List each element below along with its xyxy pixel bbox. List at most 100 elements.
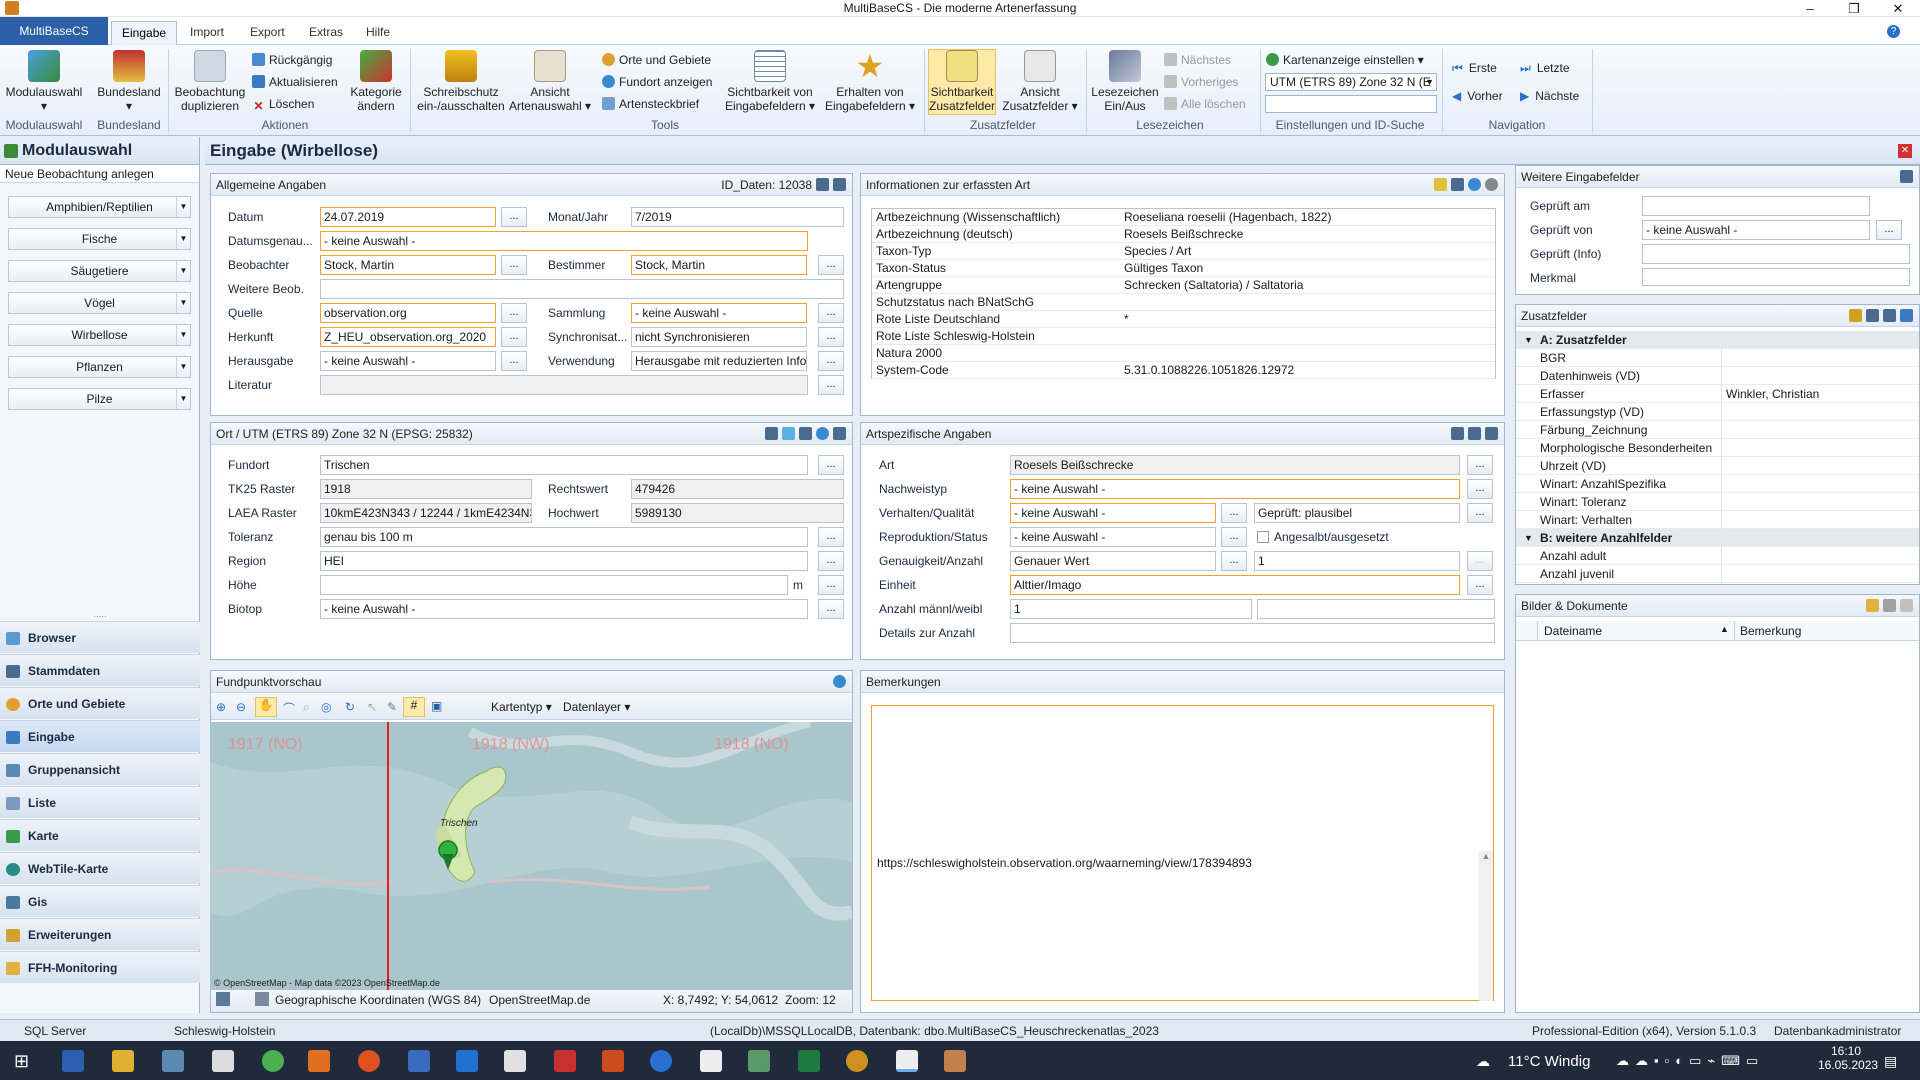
outlook-icon[interactable] bbox=[650, 1050, 672, 1072]
bestimmer-button[interactable]: ... bbox=[818, 255, 844, 275]
nav-erweiterungen[interactable]: Erweiterungen bbox=[0, 918, 200, 950]
art-button[interactable]: ... bbox=[1467, 455, 1493, 475]
reproduktion-field[interactable]: - keine Auswahl - bbox=[1010, 527, 1216, 547]
firefox-icon[interactable] bbox=[358, 1050, 380, 1072]
tab-eingabe[interactable]: Eingabe bbox=[111, 21, 178, 45]
places-button[interactable]: Orte und Gebiete bbox=[602, 51, 711, 69]
species-profile-button[interactable]: Artensteckbrief bbox=[602, 95, 699, 113]
windows-start-icon[interactable]: ⊞ bbox=[14, 1050, 36, 1072]
biotop-button[interactable]: ... bbox=[818, 599, 844, 619]
coordinate-system-select[interactable]: UTM (ETRS 89) Zone 32 N (E ▼ bbox=[1265, 73, 1437, 91]
extra-field-row[interactable]: Morphologische Besonderheiten bbox=[1516, 439, 1919, 457]
geprueft-am-field[interactable] bbox=[1642, 196, 1870, 216]
close-window-button[interactable]: ✕ bbox=[1876, 0, 1920, 17]
rechtswert-field[interactable]: 479426 bbox=[631, 479, 844, 499]
maximize-button[interactable]: ❐ bbox=[1832, 0, 1876, 17]
nav-stammdaten[interactable]: Stammdaten bbox=[0, 654, 200, 686]
nachweistyp-field[interactable]: - keine Auswahl - bbox=[1010, 479, 1460, 499]
verhalten-field[interactable]: - keine Auswahl - bbox=[1010, 503, 1216, 523]
pin-icon[interactable]: ↖ bbox=[367, 700, 377, 714]
verwendung-button[interactable]: ... bbox=[818, 351, 844, 371]
last-record-button[interactable]: ⏭ Letzte bbox=[1520, 59, 1570, 77]
beobachter-field[interactable]: Stock, Martin bbox=[320, 255, 496, 275]
merkmal-field[interactable] bbox=[1642, 268, 1910, 286]
einheit-field[interactable]: Alttier/Imago bbox=[1010, 575, 1460, 595]
angesalbt-checkbox[interactable] bbox=[1257, 531, 1269, 543]
bestimmer-field[interactable]: Stock, Martin bbox=[631, 255, 807, 275]
fundort-field[interactable]: Trischen bbox=[320, 455, 808, 475]
tab-hilfe[interactable]: Hilfe bbox=[356, 21, 400, 45]
new-observation-link[interactable]: Neue Beobachtung anlegen bbox=[0, 165, 199, 183]
help-icon[interactable]: ? bbox=[1887, 25, 1900, 38]
herausgabe-button[interactable]: ... bbox=[501, 351, 527, 371]
powerpoint-icon[interactable] bbox=[602, 1050, 624, 1072]
details-anzahl-field[interactable] bbox=[1010, 623, 1495, 643]
layout-icon[interactable] bbox=[1900, 170, 1913, 183]
genauigkeit-button[interactable]: ... bbox=[1221, 551, 1247, 571]
field-retention-button[interactable]: ★ Erhalten von Eingabefeldern ▾ bbox=[820, 50, 920, 113]
hoehe-button[interactable]: ... bbox=[818, 575, 844, 595]
reproduktion-button[interactable]: ... bbox=[1221, 527, 1247, 547]
geprueft-field[interactable]: Geprüft: plausibel bbox=[1254, 503, 1460, 523]
eraser-icon[interactable] bbox=[1451, 427, 1464, 440]
add-field-icon[interactable] bbox=[1866, 309, 1879, 322]
datum-field[interactable]: 24.07.2019 bbox=[320, 207, 496, 227]
anzahl-field[interactable]: 1 bbox=[1254, 551, 1460, 571]
nav-webtile[interactable]: WebTile-Karte bbox=[0, 852, 200, 884]
refresh-button[interactable]: Aktualisieren bbox=[252, 73, 338, 91]
app2-icon[interactable] bbox=[944, 1050, 966, 1072]
crosshair-icon[interactable] bbox=[782, 427, 795, 440]
genauigkeit-field[interactable]: Genauer Wert bbox=[1010, 551, 1216, 571]
collapse-icon[interactable]: ▼ bbox=[1524, 529, 1533, 547]
app-icon[interactable] bbox=[748, 1050, 770, 1072]
nav-karte[interactable]: Karte bbox=[0, 819, 200, 851]
art-field[interactable]: Roesels Beißschrecke bbox=[1010, 455, 1460, 475]
toleranz-button[interactable]: ... bbox=[818, 527, 844, 547]
module-amphibien[interactable]: Amphibien/Reptilien ▼ bbox=[8, 196, 191, 218]
inkscape-icon[interactable] bbox=[212, 1050, 234, 1072]
tab-extras[interactable]: Extras bbox=[299, 21, 353, 45]
extra-field-row[interactable]: Uhrzeit (VD) bbox=[1516, 457, 1919, 475]
qgis-icon[interactable] bbox=[262, 1050, 284, 1072]
eraser-icon[interactable] bbox=[816, 178, 829, 191]
region-field[interactable]: HEI bbox=[320, 551, 808, 571]
col-bemerkung[interactable]: Bemerkung bbox=[1740, 624, 1801, 638]
extra-field-row[interactable]: Datenhinweis (VD) bbox=[1516, 367, 1919, 385]
globe-icon[interactable] bbox=[833, 675, 846, 688]
globe-icon[interactable] bbox=[816, 427, 829, 440]
extra-field-row[interactable]: Erfassungstyp (VD) bbox=[1516, 403, 1919, 421]
nav-gruppenansicht[interactable]: Gruppenansicht bbox=[0, 753, 200, 785]
module-pilze[interactable]: Pilze ▼ bbox=[8, 388, 191, 410]
nav-liste[interactable]: Liste bbox=[0, 786, 200, 818]
laea-field[interactable]: 10kmE423N343 / 12244 / 1kmE4234N34 bbox=[320, 503, 532, 523]
explorer-icon[interactable] bbox=[112, 1050, 134, 1072]
extra-field-row[interactable]: Anzahl adult bbox=[1516, 547, 1919, 565]
eraser-icon[interactable] bbox=[1883, 599, 1896, 612]
sort-icon[interactable] bbox=[1883, 309, 1896, 322]
notifications-icon[interactable]: ▤ bbox=[1884, 1053, 1897, 1070]
tray-icons[interactable]: ☁☁▪▫◐▭⌁⌨▭ bbox=[1616, 1053, 1764, 1069]
globe-icon[interactable] bbox=[1468, 178, 1481, 191]
datum-picker-button[interactable]: ... bbox=[501, 207, 527, 227]
grid-toggle-icon[interactable]: # bbox=[403, 697, 425, 717]
close-icon[interactable]: ✕ bbox=[1898, 144, 1912, 158]
map-settings-button[interactable]: Kartenanzeige einstellen ▾ bbox=[1266, 51, 1424, 69]
sync-field[interactable]: nicht Synchronisieren bbox=[631, 327, 807, 347]
duplicate-button[interactable]: Beobachtung duplizieren bbox=[172, 50, 248, 113]
modulauswahl-button[interactable]: Modulauswahl ▾ bbox=[4, 50, 84, 113]
extra-field-row[interactable]: Erfasser Winkler, Christian bbox=[1516, 385, 1919, 403]
extra-field-row[interactable]: Winart: Verhalten bbox=[1516, 511, 1919, 529]
map-canvas[interactable]: 1917 (NO) 1918 (NW) 1918 (NO) Trischen ©… bbox=[210, 722, 852, 990]
globe-icon[interactable]: ◎ bbox=[321, 700, 331, 714]
literatur-field[interactable] bbox=[320, 375, 808, 395]
nav-eingabe[interactable]: Eingabe bbox=[0, 720, 200, 752]
nav-orte[interactable]: Orte und Gebiete bbox=[0, 687, 200, 719]
active-file-icon[interactable] bbox=[896, 1050, 918, 1072]
extra-fields-visibility-button[interactable]: Sichtbarkeit Zusatzfelder bbox=[928, 49, 996, 115]
remarks-scrollbar[interactable]: ▲ bbox=[1479, 851, 1493, 1001]
refresh-icon[interactable]: ↻ bbox=[345, 700, 355, 714]
multibase-icon[interactable] bbox=[846, 1050, 868, 1072]
bookmark-toggle-button[interactable]: Lesezeichen Ein/Aus bbox=[1090, 50, 1160, 113]
excel-icon[interactable] bbox=[798, 1050, 820, 1072]
word-icon[interactable] bbox=[62, 1050, 84, 1072]
